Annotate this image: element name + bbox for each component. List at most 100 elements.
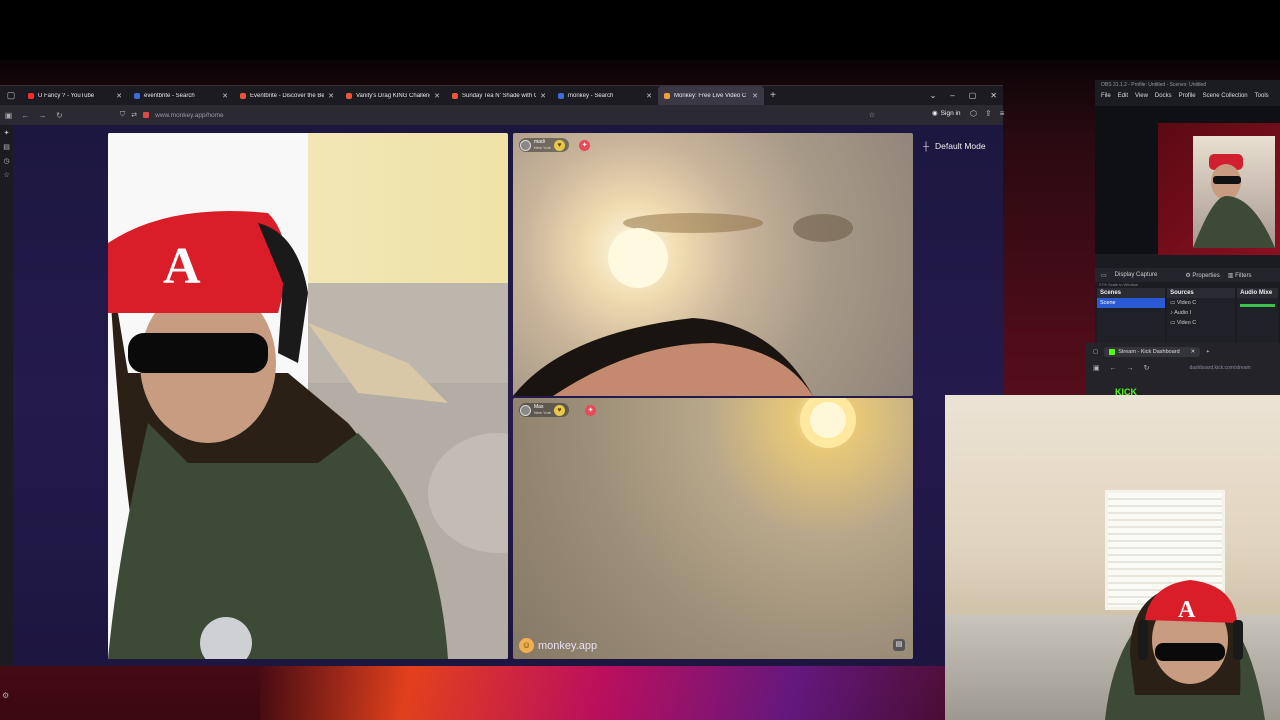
match-1-avatar: [520, 139, 531, 151]
kick-forward-button[interactable]: →: [1127, 365, 1134, 372]
browser-tab[interactable]: Monkey: Free Live Video C ✕: [658, 86, 764, 105]
tab-favicon-icon: [346, 92, 352, 99]
tab-title: Vanity's Drag KING Challenge T: [356, 92, 430, 99]
kick-tab-bar: ▢ Stream - Kick Dashboard ✕ +: [1085, 343, 1280, 361]
url-text[interactable]: www.monkey.app/home: [155, 112, 224, 119]
match-2-location: New York: [534, 410, 551, 415]
browser-tab[interactable]: Sunday Tea N' Shade with ONS✕: [446, 86, 552, 105]
self-video-feed: A: [108, 133, 508, 659]
kick-tab-close-icon[interactable]: ✕: [1191, 349, 1196, 355]
match-1-user-badge[interactable]: madi New York ♥: [519, 138, 569, 152]
source-item-label: Audio I: [1174, 310, 1192, 316]
kick-browser-window: ▢ Stream - Kick Dashboard ✕ + ▣ ← → ↻ da…: [1085, 343, 1280, 397]
browser-tab[interactable]: monkey - Search ✕: [552, 86, 658, 105]
maximize-button[interactable]: ▢: [969, 91, 977, 100]
display-capture-icon: ▭: [1101, 272, 1107, 279]
site-settings-icon[interactable]: ⇄: [131, 111, 137, 119]
obs-menu-item[interactable]: Edit: [1118, 93, 1128, 99]
obs-menu-item[interactable]: Profile: [1179, 93, 1196, 99]
tab-close-icon[interactable]: ✕: [116, 92, 122, 100]
tab-list: U Fancy ? - YouTube ✕ eventbrite - Search ✕…: [22, 86, 764, 105]
source-item[interactable]: ▭ Video C: [1167, 298, 1235, 308]
match-2-user-badge[interactable]: Mas New York ♥: [519, 403, 569, 417]
tab-title: monkey - Search: [568, 92, 614, 99]
obs-source-bar: ▭ Display Capture ⚙ Properties ▥ Filters: [1095, 268, 1280, 282]
history-icon[interactable]: ◷: [3, 157, 9, 165]
svg-text:A: A: [1178, 597, 1196, 623]
settings-gear-icon[interactable]: ⚙: [2, 691, 9, 700]
obs-menu-item[interactable]: View: [1135, 93, 1148, 99]
share-icon[interactable]: ⇪: [985, 109, 992, 118]
tracking-shield-icon[interactable]: ⛉: [120, 111, 125, 119]
scenes-header: Scenes: [1097, 288, 1166, 298]
minimize-button[interactable]: –: [950, 91, 954, 100]
navigation-bar: ▣ ← → ↻ ⛉ ⇄ www.monkey.app/home ☆ ◉ Sign…: [0, 105, 1005, 125]
source-item[interactable]: ▭ Video C: [1167, 318, 1235, 328]
browser-tab[interactable]: eventbrite - Search ✕: [128, 86, 234, 105]
obs-menu-item[interactable]: Tools: [1255, 93, 1269, 99]
kick-back-button[interactable]: ←: [1110, 365, 1117, 372]
obs-menu-bar: File Edit View Docks Profile Scene Collection…: [1095, 91, 1280, 101]
tab-favicon-icon: [664, 92, 670, 99]
kick-reload-button[interactable]: ↻: [1144, 364, 1150, 372]
match-2-report-icon[interactable]: ✦: [585, 405, 596, 416]
scene-item[interactable]: Scene: [1097, 298, 1166, 308]
filters-button[interactable]: ▥ Filters: [1228, 272, 1252, 279]
kick-tab[interactable]: Stream - Kick Dashboard ✕: [1104, 347, 1201, 357]
tab-close-icon[interactable]: ✕: [752, 92, 758, 100]
tab-close-icon[interactable]: ✕: [328, 92, 334, 100]
default-mode-button[interactable]: ┼ Default Mode: [923, 141, 986, 151]
browser-tab[interactable]: Vanity's Drag KING Challenge T ✕: [340, 86, 446, 105]
tab-dropdown-icon[interactable]: ⌄: [930, 91, 937, 100]
obs-menu-item[interactable]: File: [1101, 93, 1111, 99]
browser-tab[interactable]: U Fancy ? - YouTube ✕: [22, 86, 128, 105]
tab-title: Eventbrite - Discover the Best L: [250, 92, 325, 99]
ai-chat-icon[interactable]: ✦: [4, 129, 10, 137]
obs-preview: 27% Scale to Window: [1095, 106, 1280, 287]
obs-menu-item[interactable]: Scene Collection: [1203, 93, 1248, 99]
kick-tab-overview-icon[interactable]: ▢: [1093, 349, 1098, 355]
sign-in-button[interactable]: ◉ Sign in: [932, 109, 961, 118]
close-window-button[interactable]: ✕: [990, 91, 997, 100]
match-2-scene: [800, 398, 856, 448]
site-favicon-icon: [143, 112, 150, 118]
scenes-dock: Scenes Scene: [1097, 288, 1166, 348]
address-bar[interactable]: ⛉ ⇄ www.monkey.app/home ☆: [120, 108, 875, 122]
sidebar-toggle-icon[interactable]: ▣: [0, 111, 17, 120]
browser-tab[interactable]: Eventbrite - Discover the Best L✕: [234, 86, 340, 105]
back-button[interactable]: ←: [17, 111, 34, 120]
tabs-icon[interactable]: ▤: [3, 143, 10, 151]
menu-icon[interactable]: ≡: [1000, 109, 1005, 118]
obs-menu-item[interactable]: Docks: [1155, 93, 1172, 99]
default-mode-label: Default Mode: [935, 141, 986, 151]
properties-button[interactable]: ⚙ Properties: [1185, 272, 1219, 279]
match-video-1: madi New York ♥ ✦: [513, 133, 913, 396]
reload-button[interactable]: ↻: [51, 111, 68, 120]
kick-url-text[interactable]: dashboard.kick.com/stream: [1190, 365, 1251, 371]
sources-dock: Sources ▭ Video C ♪ Audio I ▭ Video C: [1167, 288, 1236, 348]
forward-button[interactable]: →: [34, 111, 51, 120]
tab-close-icon[interactable]: ✕: [540, 92, 546, 100]
tab-favicon-icon: [452, 92, 458, 99]
new-tab-button[interactable]: +: [764, 90, 782, 101]
tab-favicon-icon: [28, 92, 34, 99]
kick-sidebar-icon[interactable]: ▣: [1093, 364, 1100, 372]
extensions-icon[interactable]: ⬡: [970, 109, 977, 118]
chat-icon[interactable]: ▤: [893, 639, 905, 651]
webcam-person: A: [1105, 580, 1265, 720]
tab-close-icon[interactable]: ✕: [434, 92, 440, 100]
tab-overview-icon[interactable]: ▢: [0, 86, 22, 105]
bookmarks-icon[interactable]: ☆: [3, 171, 9, 179]
obs-window: OBS 31.1.2 - Profile: Untitled - Scenes:…: [1095, 80, 1280, 348]
tab-close-icon[interactable]: ✕: [646, 92, 652, 100]
match-1-heart-icon[interactable]: ♥: [553, 139, 565, 151]
match-1-report-icon[interactable]: ✦: [579, 140, 590, 151]
match-2-heart-icon[interactable]: ♥: [553, 404, 565, 416]
tab-close-icon[interactable]: ✕: [222, 92, 228, 100]
sources-header: Sources: [1167, 288, 1236, 298]
kick-new-tab-button[interactable]: +: [1206, 349, 1209, 355]
obs-preview-camera: [1193, 136, 1275, 248]
obs-zoom-label[interactable]: 27% Scale to Window: [1099, 282, 1138, 287]
bookmark-star-icon[interactable]: ☆: [869, 111, 875, 119]
source-item[interactable]: ♪ Audio I: [1167, 308, 1235, 318]
